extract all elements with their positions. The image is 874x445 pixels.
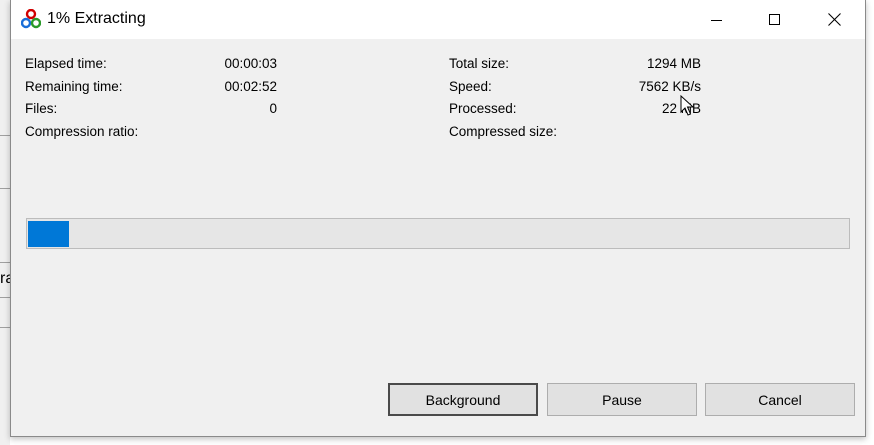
background-window: ra — [0, 0, 14, 445]
mouse-pointer-icon — [680, 94, 695, 120]
speed-value: 7562 KB/s — [638, 79, 701, 94]
minimize-icon — [711, 19, 722, 21]
elapsed-time-label: Elapsed time: — [25, 56, 107, 71]
files-label: Files: — [25, 101, 58, 116]
pause-button[interactable]: Pause — [547, 383, 697, 416]
progress-bar-fill — [28, 221, 69, 247]
processed-label: Processed: — [449, 101, 517, 116]
speed-label: Speed: — [449, 79, 492, 94]
total-size-label: Total size: — [449, 56, 510, 71]
compression-ratio-label: Compression ratio: — [25, 124, 139, 139]
background-divider — [0, 135, 10, 136]
remaining-time-value: 00:02:52 — [224, 79, 277, 94]
close-button[interactable] — [805, 0, 863, 39]
total-size-value: 1294 MB — [646, 56, 701, 71]
title-bar[interactable]: 1% Extracting — [11, 0, 865, 39]
background-divider — [0, 262, 10, 263]
cancel-button[interactable]: Cancel — [705, 383, 855, 416]
background-divider — [0, 327, 10, 328]
maximize-button[interactable] — [746, 0, 804, 39]
remaining-time-label: Remaining time: — [25, 79, 123, 94]
extract-progress-dialog: 1% Extracting Elapsed time: 00:00:03 Rem… — [10, 0, 866, 437]
app-logo-icon — [20, 8, 42, 29]
compressed-size-label: Compressed size: — [449, 124, 558, 139]
background-divider — [0, 188, 10, 189]
background-button[interactable]: Background — [388, 383, 538, 416]
extraction-progress-bar — [26, 218, 850, 249]
minimize-button[interactable] — [688, 0, 746, 39]
close-icon — [827, 13, 841, 26]
elapsed-time-value: 00:00:03 — [224, 56, 277, 71]
files-value: 0 — [269, 101, 277, 116]
window-title: 1% Extracting — [47, 10, 146, 27]
background-divider — [0, 297, 10, 298]
maximize-icon — [769, 13, 780, 25]
